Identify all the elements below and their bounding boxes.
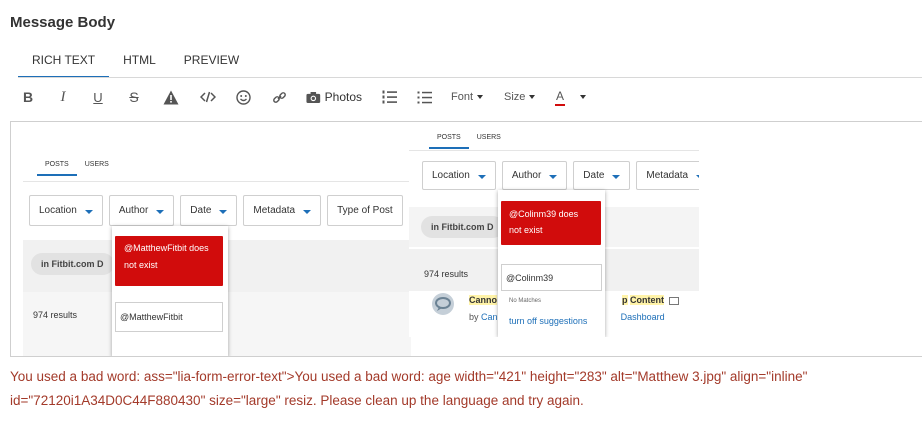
filter-author: Author bbox=[108, 195, 175, 226]
filter-date: Date bbox=[573, 161, 631, 190]
ordered-list-button[interactable] bbox=[380, 88, 398, 106]
filter-location: Location bbox=[422, 161, 496, 190]
text-color-icon: A bbox=[555, 89, 566, 106]
turn-off-suggestions-link: turn off suggestions bbox=[509, 316, 588, 326]
tab-preview[interactable]: PREVIEW bbox=[170, 40, 253, 78]
photos-button[interactable]: Photos bbox=[306, 88, 362, 106]
smiley-icon bbox=[235, 89, 251, 105]
filter-metadata: Metadata bbox=[243, 195, 322, 226]
author-error: @Colinm39 does not exist bbox=[501, 201, 601, 245]
chevron-down-icon bbox=[84, 209, 93, 214]
rich-text-editor[interactable]: POSTS USERS Location Author Date Metadat… bbox=[10, 121, 922, 357]
strikethrough-icon: S bbox=[129, 89, 139, 105]
text-color-label: A bbox=[556, 89, 565, 103]
link-button[interactable] bbox=[270, 88, 288, 106]
bullet-list-icon bbox=[417, 91, 432, 103]
tab-users: USERS bbox=[84, 161, 109, 168]
chevron-down-icon bbox=[219, 209, 228, 214]
error-message: You used a bad word: ass="lia-form-error… bbox=[10, 369, 808, 408]
section-title: Message Body bbox=[10, 14, 116, 31]
tabs-divider bbox=[18, 77, 922, 78]
camera-icon bbox=[306, 91, 321, 103]
code-button[interactable] bbox=[199, 88, 217, 106]
filter-author: Author bbox=[501, 161, 568, 190]
chevron-down-icon bbox=[156, 209, 165, 214]
chevron-down-icon bbox=[303, 209, 312, 214]
author-input: @MatthewFitbit bbox=[115, 302, 223, 332]
author-input: @Colinm39 bbox=[501, 264, 602, 291]
author-error: @MatthewFitbit does not exist bbox=[115, 236, 223, 286]
tabs-divider bbox=[409, 150, 699, 151]
emoji-button[interactable] bbox=[234, 88, 252, 106]
tab-html[interactable]: HTML bbox=[109, 40, 170, 78]
author-dropdown: @Colinm39 does not exist @Colinm39 No Ma… bbox=[498, 190, 605, 337]
italic-button[interactable]: I bbox=[55, 88, 71, 106]
ordered-list-icon bbox=[382, 90, 397, 104]
filter-date: Date bbox=[180, 195, 238, 226]
bullet-list-button[interactable] bbox=[415, 88, 433, 106]
text-color-swatch bbox=[555, 104, 566, 106]
editor-tabs: RICH TEXT HTML PREVIEW bbox=[18, 40, 253, 78]
strikethrough-button[interactable]: S bbox=[126, 88, 142, 106]
editor-toolbar: B I U S Photos Font Size A bbox=[0, 80, 922, 114]
tabs-divider bbox=[23, 181, 411, 182]
filter-location: Location bbox=[29, 195, 103, 226]
chevron-down-icon bbox=[696, 174, 699, 179]
chevron-down-icon bbox=[580, 95, 587, 99]
no-matches-label: No Matches bbox=[509, 298, 542, 304]
tab-posts: POSTS bbox=[37, 156, 77, 176]
chevron-down-icon bbox=[529, 95, 536, 99]
filter-metadata: Metadata bbox=[636, 161, 699, 190]
photos-label: Photos bbox=[324, 90, 362, 104]
bold-icon: B bbox=[22, 89, 34, 105]
results-count: 974 results bbox=[33, 310, 78, 320]
font-label: Font bbox=[451, 91, 474, 103]
results-count: 974 results bbox=[424, 269, 469, 279]
spoiler-button[interactable] bbox=[162, 88, 180, 106]
code-icon bbox=[200, 91, 216, 103]
embedded-screenshot-2: POSTS USERS Location Author Date Metadat… bbox=[409, 122, 699, 337]
chevron-down-icon bbox=[477, 174, 486, 179]
chevron-down-icon bbox=[477, 95, 484, 99]
tab-rich-text[interactable]: RICH TEXT bbox=[18, 40, 110, 78]
text-color-dropdown[interactable]: A bbox=[555, 88, 592, 106]
filter-bar: Location Author Date Metadata Type of Po… bbox=[29, 195, 409, 226]
size-dropdown[interactable]: Size bbox=[504, 88, 540, 106]
search-tabs: POSTS USERS bbox=[37, 156, 117, 176]
filter-bar: Location Author Date Metadata bbox=[422, 161, 699, 190]
post-avatar bbox=[432, 293, 454, 315]
location-chip: in Fitbit.com D bbox=[31, 253, 114, 275]
author-dropdown: @MatthewFitbit does not exist @MatthewFi… bbox=[112, 226, 228, 356]
tab-users: USERS bbox=[476, 134, 501, 141]
search-tabs: POSTS USERS bbox=[429, 129, 509, 149]
underline-button[interactable]: U bbox=[90, 88, 106, 106]
location-chip: in Fitbit.com D bbox=[421, 216, 504, 238]
chevron-down-icon bbox=[612, 174, 621, 179]
underline-icon: U bbox=[93, 89, 103, 105]
bold-button[interactable]: B bbox=[20, 88, 36, 106]
size-label: Size bbox=[504, 91, 526, 103]
image-icon bbox=[668, 296, 679, 305]
embedded-screenshot-1: POSTS USERS Location Author Date Metadat… bbox=[23, 142, 411, 356]
chevron-down-icon bbox=[549, 174, 558, 179]
tab-posts: POSTS bbox=[429, 129, 469, 149]
speech-bubble-icon bbox=[435, 297, 451, 311]
font-dropdown[interactable]: Font bbox=[451, 88, 487, 106]
filter-type-of-post: Type of Post bbox=[327, 195, 403, 226]
italic-icon: I bbox=[60, 88, 66, 105]
warning-icon bbox=[163, 90, 179, 104]
link-icon bbox=[272, 91, 286, 103]
